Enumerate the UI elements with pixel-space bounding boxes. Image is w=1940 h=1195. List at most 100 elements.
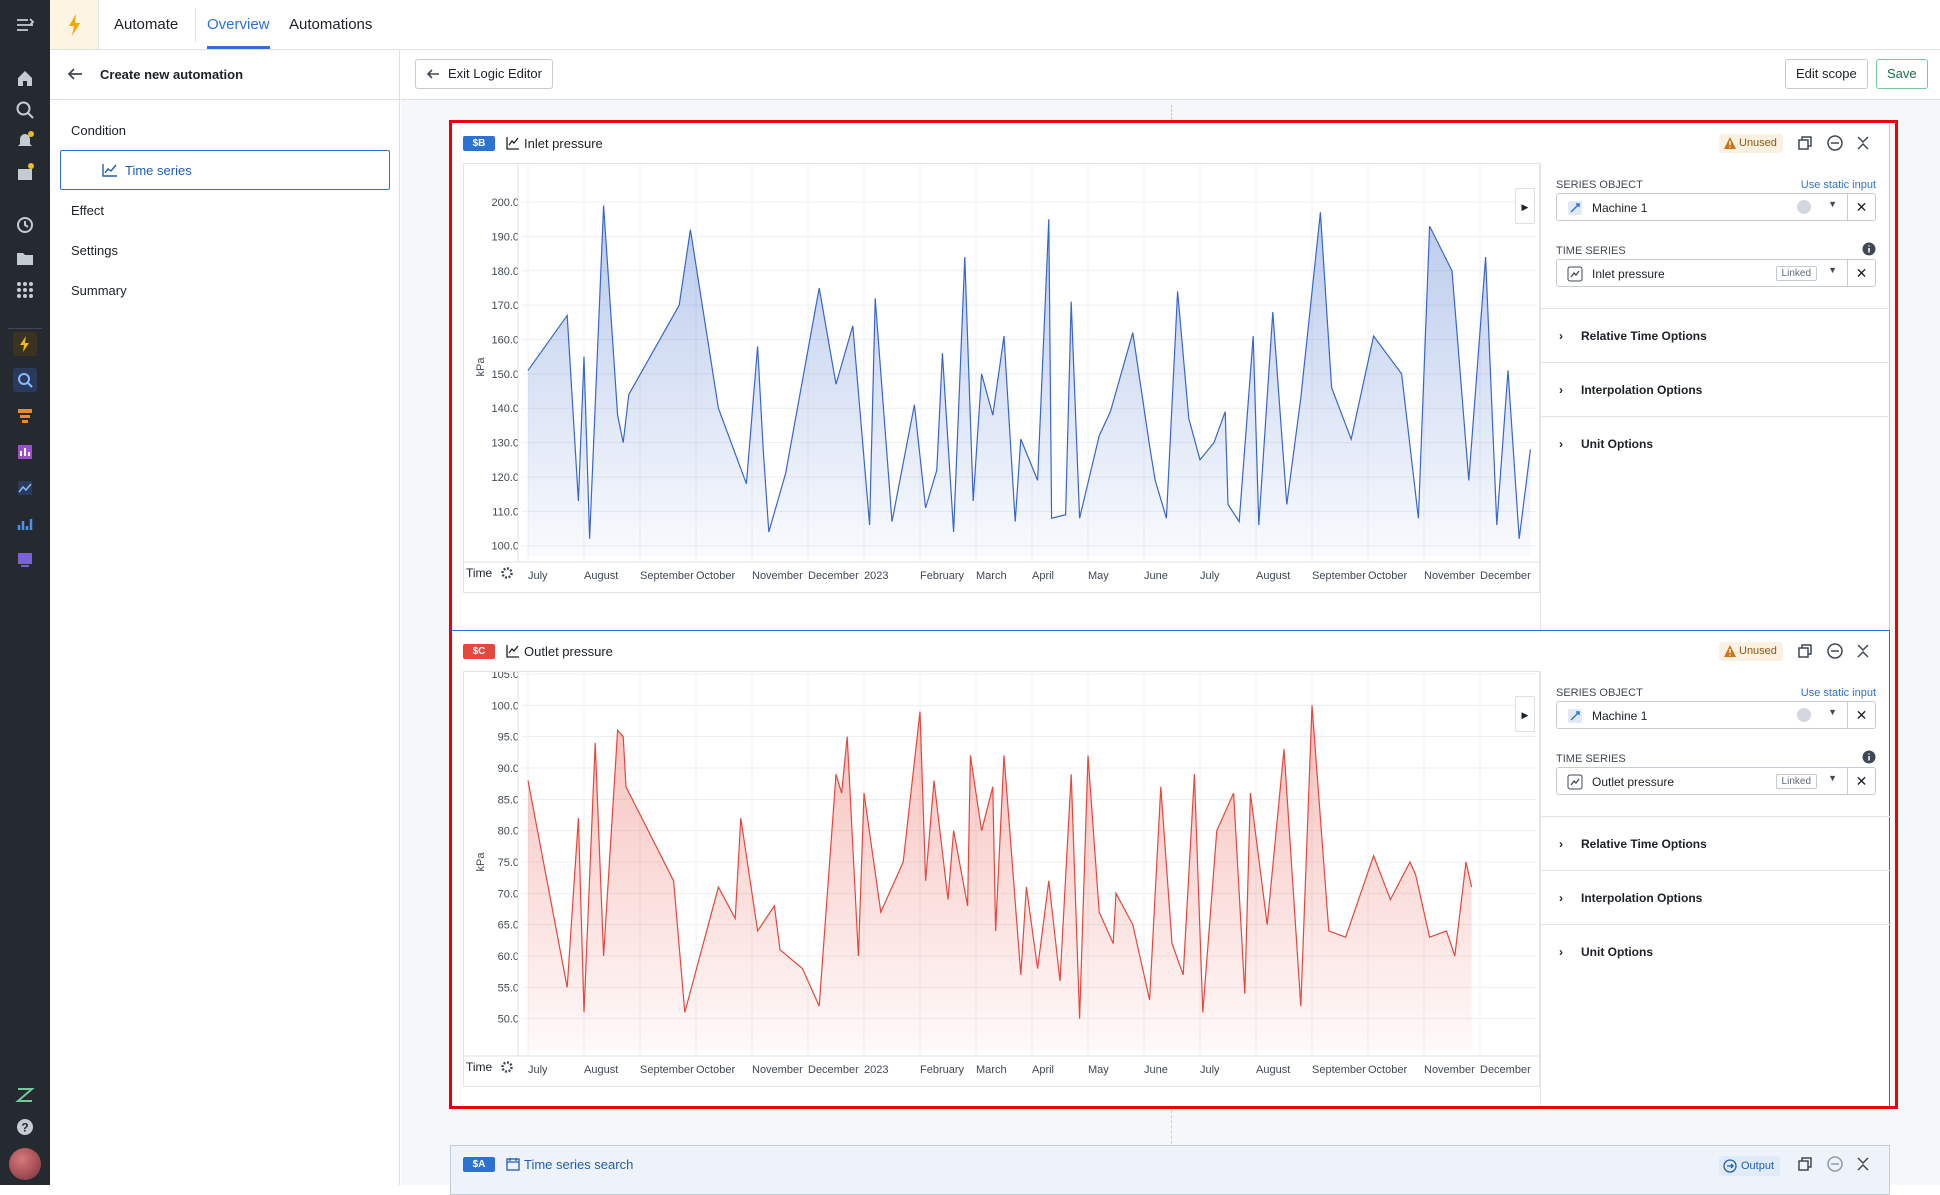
series-object-field[interactable]: Machine 1 ▼ ✕ [1556,193,1876,221]
analytics-app-icon[interactable] [13,512,37,536]
caret-down-icon[interactable]: ▼ [1828,265,1837,275]
outlet-pressure-chart[interactable]: July August September October November Decemb… [464,672,1540,1087]
unit-options[interactable]: › Unit Options [1541,924,1891,978]
disable-icon[interactable] [1826,642,1844,660]
collapse-icon[interactable] [1854,642,1872,660]
workspace-icon[interactable] [13,1083,37,1107]
workshop-app-icon[interactable] [13,548,37,572]
clear-icon[interactable]: ✕ [1847,260,1875,286]
avatar[interactable] [9,1148,41,1180]
exit-logic-editor-label: Exit Logic Editor [448,66,542,81]
axis-settings-icon [501,1061,513,1073]
caret-down-icon[interactable]: ▼ [1828,773,1837,783]
x-tick-label: 2023 [864,570,888,582]
y-tick-label: 50.0 [498,1014,519,1026]
quiver-app-icon[interactable] [13,476,37,500]
expand-panel-button[interactable]: ▶ [1515,188,1535,224]
app-rail: ? [0,0,50,1185]
time-series-card-outlet[interactable]: $C Outlet pressure Unused July August Sept… [450,630,1891,1108]
chevron-right-icon: › [1559,437,1563,451]
step-summary[interactable]: Summary [71,283,127,298]
card-title: Outlet pressure [524,644,613,659]
x-tick-label: November [752,1064,803,1076]
step-time-series[interactable]: Time series [60,150,390,190]
time-series-icon [1567,266,1583,282]
time-series-card-inlet[interactable]: $B Inlet pressure Unused July August Septe… [450,122,1891,632]
caret-down-icon[interactable]: ▼ [1828,707,1837,717]
grid-apps-icon[interactable] [13,278,37,302]
clear-icon[interactable]: ✕ [1847,702,1875,728]
chevron-right-icon: › [1559,837,1563,851]
inlet-pressure-chart[interactable]: July August September October November Decemb… [464,164,1540,593]
edit-scope-button[interactable]: Edit scope [1785,59,1868,89]
use-static-input-link[interactable]: Use static input [1801,687,1876,699]
expand-panel-button[interactable]: ▶ [1515,696,1535,732]
y-tick-label: 130.0 [491,438,519,450]
calendar-icon [506,1158,520,1171]
variable-badge: $C [463,644,495,659]
y-tick-label: 85.0 [498,794,519,806]
time-series-field[interactable]: Outlet pressure Linked ▼ ✕ [1556,767,1876,795]
y-tick-label: 120.0 [491,472,519,484]
folder-icon[interactable] [13,246,37,270]
collapse-icon[interactable] [1854,134,1872,152]
menu-icon[interactable] [13,13,37,37]
step-settings[interactable]: Settings [71,243,118,258]
duplicate-icon[interactable] [1796,134,1814,152]
pipeline-app-icon[interactable] [13,404,37,428]
clear-icon[interactable]: ✕ [1847,768,1875,794]
x-axis-label: Time [466,1060,493,1074]
nav-automate[interactable]: Automate [114,0,178,49]
y-tick-label: 110.0 [492,506,519,518]
object-settings-icon[interactable] [1797,708,1811,722]
disable-icon[interactable] [1826,1155,1844,1173]
info-icon[interactable] [1862,242,1876,256]
tab-overview[interactable]: Overview [207,0,270,49]
automate-app-icon[interactable] [13,332,37,356]
help-icon[interactable]: ? [13,1115,37,1139]
interpolation-options[interactable]: › Interpolation Options [1541,870,1891,924]
flow-connector [1171,105,1172,120]
step-condition[interactable]: Condition [71,123,126,138]
relative-time-options[interactable]: › Relative Time Options [1541,308,1891,362]
duplicate-icon[interactable] [1796,1155,1814,1173]
clear-icon[interactable]: ✕ [1847,194,1875,220]
use-static-input-link[interactable]: Use static input [1801,179,1876,191]
back-arrow-icon[interactable] [66,65,84,83]
collapse-icon[interactable] [1854,1155,1872,1173]
info-icon[interactable] [1862,750,1876,764]
time-series-field[interactable]: Inlet pressure Linked ▼ ✕ [1556,259,1876,287]
save-button[interactable]: Save [1876,59,1928,89]
unit-options[interactable]: › Unit Options [1541,416,1891,470]
y-tick-label: 170.0 [491,300,519,312]
y-tick-label: 65.0 [498,920,519,932]
history-icon[interactable] [13,213,37,237]
time-series-search-card[interactable]: $A Time series search Output [450,1145,1890,1195]
exit-logic-editor-button[interactable]: Exit Logic Editor [415,59,553,89]
search-icon[interactable] [13,98,37,122]
y-tick-label: 100.0 [491,541,519,553]
option-label: Interpolation Options [1581,383,1703,397]
object-explorer-icon[interactable] [13,368,37,392]
option-label: Unit Options [1581,437,1653,451]
duplicate-icon[interactable] [1796,642,1814,660]
svg-text:?: ? [21,1121,28,1135]
step-effect[interactable]: Effect [71,203,104,218]
object-settings-icon[interactable] [1797,200,1811,214]
contour-app-icon[interactable] [13,440,37,464]
y-axis-label: kPa [475,852,487,872]
home-icon[interactable] [13,66,37,90]
chart-plot-area[interactable]: July August September October November Decemb… [463,163,1540,593]
linked-tag: Linked [1775,266,1817,281]
disable-icon[interactable] [1826,134,1844,152]
tab-automations[interactable]: Automations [289,0,372,49]
interpolation-options[interactable]: › Interpolation Options [1541,362,1891,416]
caret-down-icon[interactable]: ▼ [1828,199,1837,209]
chart-plot-area[interactable]: July August September October November Decemb… [463,671,1540,1087]
x-tick-label: April [1032,570,1054,582]
nav-divider [195,8,196,42]
series-object-field[interactable]: Machine 1 ▼ ✕ [1556,701,1876,729]
apps-store-icon[interactable] [13,160,37,184]
notifications-icon[interactable] [13,128,37,152]
relative-time-options[interactable]: › Relative Time Options [1541,816,1891,870]
